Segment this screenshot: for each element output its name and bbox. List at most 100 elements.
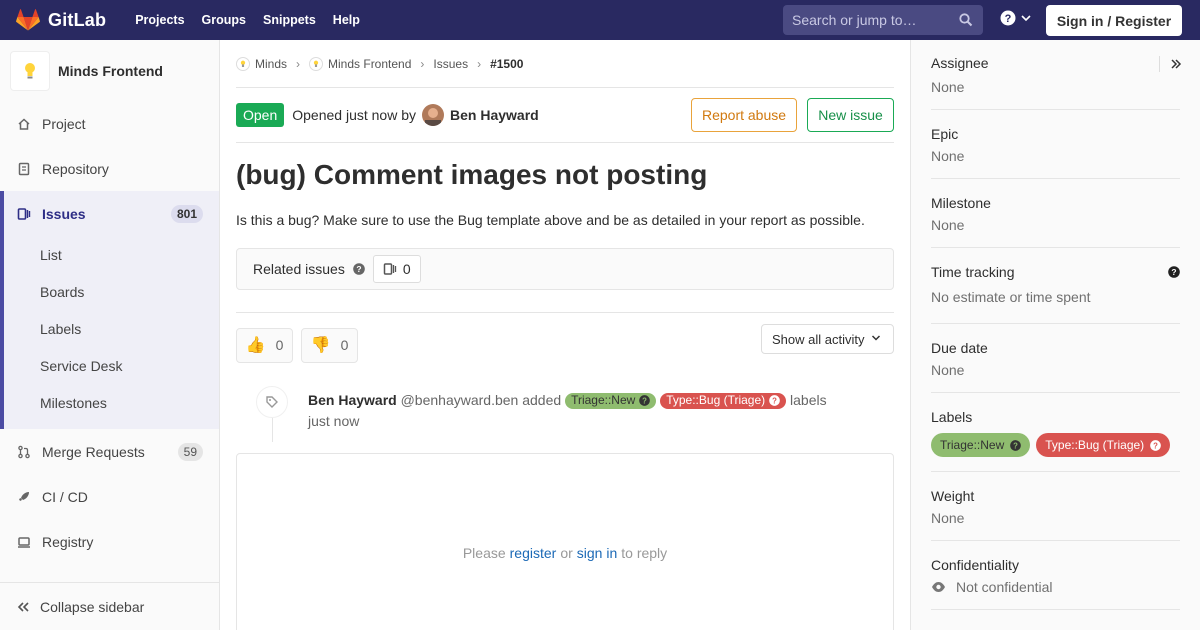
assignee-title: Assignee xyxy=(931,55,989,71)
svg-text:?: ? xyxy=(642,396,647,405)
issues-submenu: List Boards Labels Service Desk Mileston… xyxy=(4,236,219,429)
due-date-title: Due date xyxy=(931,340,988,356)
label-triage-new[interactable]: Triage::New ? xyxy=(931,433,1031,457)
brand-link[interactable]: GitLab xyxy=(16,0,106,40)
activity-filter-dropdown[interactable]: Show all activity xyxy=(761,324,894,354)
related-issues-label: Related issues xyxy=(253,261,345,277)
label-type-bug[interactable]: Type::Bug (Triage) ? xyxy=(660,392,787,409)
brand-name: GitLab xyxy=(48,9,107,30)
chevron-down-icon xyxy=(871,335,881,341)
svg-text:?: ? xyxy=(356,264,361,274)
main-content: Minds › Minds Frontend › Issues › #1500 … xyxy=(236,40,894,630)
assignee-value: None xyxy=(931,79,965,95)
breadcrumb-separator-icon: › xyxy=(296,56,301,71)
question-circle-icon: ? xyxy=(1000,10,1016,26)
sidebar-item-issues[interactable]: Issues 801 xyxy=(4,191,219,236)
search-input[interactable]: Search or jump to… xyxy=(783,5,983,35)
thumbs-down-button[interactable]: 👎 0 xyxy=(301,327,358,363)
question-circle-icon: ? xyxy=(1150,439,1162,451)
time-tracking-value: No estimate or time spent xyxy=(931,289,1091,305)
sidebar-subitem-milestones[interactable]: Milestones xyxy=(4,384,219,421)
sign-in-link[interactable]: sign in xyxy=(577,545,617,561)
sidebar-item-label: CI / CD xyxy=(42,488,88,505)
sidebar-item-ci-cd[interactable]: CI / CD xyxy=(0,474,219,519)
nav-projects[interactable]: Projects xyxy=(135,13,184,27)
double-chevron-right-icon xyxy=(1171,59,1182,69)
sidebar-item-merge-requests[interactable]: Merge Requests 59 xyxy=(0,429,219,474)
sidebar-subitem-service-desk[interactable]: Service Desk xyxy=(4,347,219,384)
breadcrumb-separator-icon: › xyxy=(477,56,482,71)
labels-list: Triage::New ? Type::Bug (Triage) ? xyxy=(931,433,1180,457)
lightbulb-icon xyxy=(313,60,319,67)
label-icon-wrap xyxy=(256,386,288,418)
breadcrumb-label: Minds xyxy=(255,56,288,71)
svg-text:?: ? xyxy=(1171,267,1176,277)
note-time[interactable]: just now xyxy=(308,413,359,429)
sidebar-subitem-list[interactable]: List xyxy=(4,236,219,273)
collapse-right-sidebar-button[interactable] xyxy=(1159,56,1182,72)
label-text: Triage::New xyxy=(571,393,636,407)
nav-help[interactable]: Help xyxy=(333,13,360,27)
label-text: Type::Bug (Triage) xyxy=(1045,438,1145,452)
sidebar-subitem-boards[interactable]: Boards xyxy=(4,273,219,310)
question-circle-icon[interactable]: ? xyxy=(1168,266,1180,278)
gitlab-logo-icon xyxy=(16,9,40,31)
epic-value: None xyxy=(931,148,965,164)
note-author[interactable]: Ben Hayward xyxy=(308,392,397,408)
breadcrumb-minds[interactable]: Minds › xyxy=(236,56,309,71)
project-header[interactable]: Minds Frontend xyxy=(0,40,219,101)
home-icon xyxy=(18,117,30,130)
search-placeholder: Search or jump to… xyxy=(792,12,917,28)
question-circle-icon: ? xyxy=(639,395,651,406)
sidebar-subitem-labels[interactable]: Labels xyxy=(4,310,219,347)
new-issue-button[interactable]: New issue xyxy=(807,98,894,132)
project-avatar-small xyxy=(309,56,324,71)
breadcrumb: Minds › Minds Frontend › Issues › #1500 xyxy=(236,40,894,88)
sidebar-milestone: Milestone None xyxy=(931,179,1180,248)
sidebar-item-label: Registry xyxy=(42,533,94,550)
sidebar-epic: Epic None xyxy=(931,110,1180,179)
nav-snippets[interactable]: Snippets xyxy=(263,13,316,27)
nav-groups[interactable]: Groups xyxy=(202,13,246,27)
note-handle[interactable]: @benhayward.ben xyxy=(401,392,519,408)
label-text: Type::Bug (Triage) xyxy=(666,393,766,407)
reply-or: or xyxy=(560,545,573,561)
sidebar-item-repository[interactable]: Repository xyxy=(0,146,219,191)
note-body: Ben Hayward @benhayward.ben added Triage… xyxy=(308,390,827,432)
breadcrumb-issue-number[interactable]: #1500 xyxy=(490,57,523,71)
breadcrumb-issues[interactable]: Issues › xyxy=(433,57,490,71)
project-avatar xyxy=(10,50,50,91)
question-circle-icon[interactable]: ? xyxy=(353,263,365,275)
author-name-link[interactable]: Ben Hayward xyxy=(450,107,539,123)
avatar[interactable] xyxy=(422,104,444,126)
rocket-icon xyxy=(19,491,29,501)
collapse-sidebar-button[interactable]: Collapse sidebar xyxy=(0,582,219,630)
breadcrumb-label: Issues xyxy=(433,56,469,71)
label-triage-new[interactable]: Triage::New ? xyxy=(565,392,657,409)
author-avatar-image xyxy=(422,104,444,126)
eye-icon xyxy=(932,582,945,592)
sidebar-due-date: Due date None xyxy=(931,324,1180,393)
weight-value: None xyxy=(931,510,965,526)
report-abuse-button[interactable]: Report abuse xyxy=(691,98,797,132)
lightbulb-icon xyxy=(240,60,246,67)
sidebar-item-registry[interactable]: Registry xyxy=(0,519,219,564)
related-issues-panel: Related issues ? 0 xyxy=(236,248,894,290)
note-suffix: labels xyxy=(790,392,827,408)
project-name: Minds Frontend xyxy=(58,62,163,79)
register-link[interactable]: register xyxy=(510,545,557,561)
breadcrumb-minds-frontend[interactable]: Minds Frontend › xyxy=(309,56,433,71)
sidebar-assignee: Assignee None xyxy=(931,40,1182,110)
sign-in-button[interactable]: Sign in / Register xyxy=(1046,5,1182,36)
sidebar-item-label: Issues xyxy=(42,205,86,222)
help-dropdown[interactable]: ? xyxy=(1000,10,1032,26)
lightbulb-icon xyxy=(25,62,35,78)
svg-text:?: ? xyxy=(1153,441,1158,450)
confidentiality-value: Not confidential xyxy=(956,579,1053,595)
collapse-sidebar-label: Collapse sidebar xyxy=(40,598,145,615)
related-issues-count: 0 xyxy=(372,255,421,283)
label-type-bug[interactable]: Type::Bug (Triage) ? xyxy=(1036,433,1171,457)
issues-icon xyxy=(17,207,31,220)
sidebar-item-project[interactable]: Project xyxy=(0,101,219,146)
thumbs-up-button[interactable]: 👍 0 xyxy=(236,327,293,363)
